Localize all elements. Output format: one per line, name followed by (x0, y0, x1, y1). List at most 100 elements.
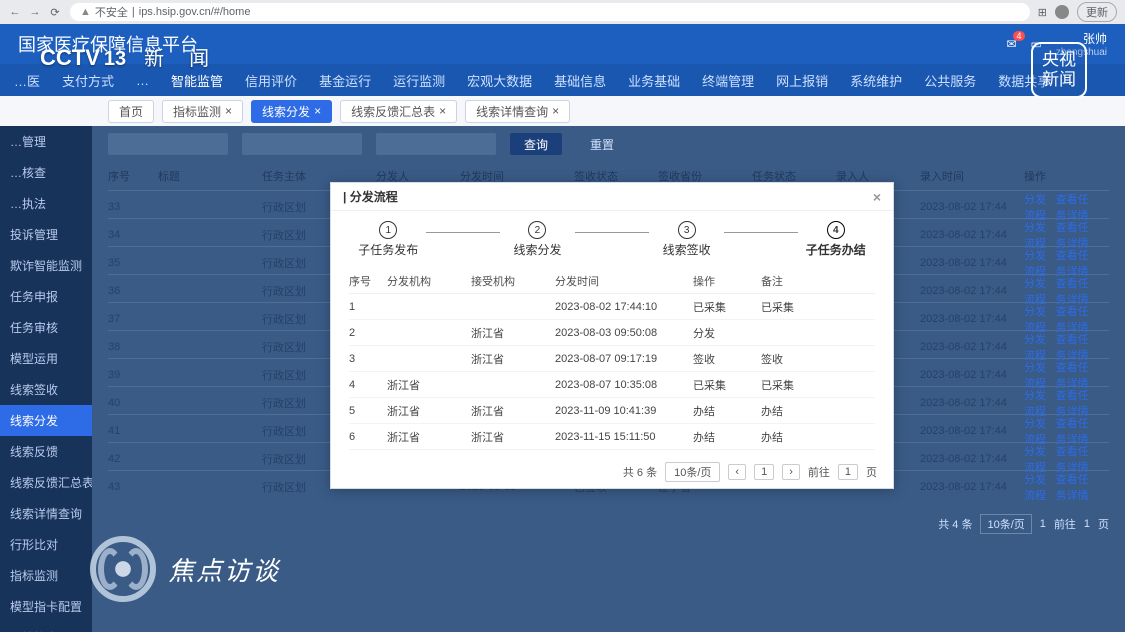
update-button[interactable]: 更新 (1077, 2, 1117, 22)
sec-tab[interactable]: 线索反馈汇总表× (340, 100, 457, 123)
sidebar-item[interactable]: 模型运用 (0, 343, 92, 374)
topnav-item[interactable]: … (136, 73, 149, 88)
modal-row: 12023-08-02 17:44:10已采集已采集 (349, 294, 875, 320)
filter-input[interactable] (242, 133, 362, 155)
topnav-item[interactable]: 业务基础 (628, 71, 680, 90)
close-icon[interactable]: × (225, 104, 232, 118)
sidebar-item[interactable]: 指标监测 (0, 560, 92, 591)
sidebar-item[interactable]: 模型指卡配置 (0, 591, 92, 622)
sidebar-item[interactable]: …执法 (0, 188, 92, 219)
dispatch-flow-modal: | 分发流程 × 1子任务发布 2线索分发 3线索签收 4子任务办结 序号分发机构接受… (330, 182, 894, 489)
program-logo: 焦点访谈 (90, 536, 280, 602)
modal-col-header: 分发时间 (555, 273, 689, 289)
page-num: 1 (1040, 518, 1046, 530)
close-icon[interactable]: × (439, 104, 446, 118)
search-button[interactable]: 查询 (510, 133, 562, 155)
topnav-item[interactable]: 基金运行 (319, 71, 371, 90)
insecure-label: 不安全 (95, 4, 128, 20)
bg-col-header: 操作 (1024, 168, 1094, 184)
bg-col-header: 标题 (158, 168, 258, 184)
filter-input[interactable] (108, 133, 228, 155)
sidebar-item[interactable]: 任务申报 (0, 281, 92, 312)
address-box[interactable]: ▲ 不安全 | ips.hsip.gov.cn/#/home (70, 3, 1030, 21)
sidebar-item[interactable]: 线索反馈 (0, 436, 92, 467)
sec-tab[interactable]: 指标监测× (162, 100, 243, 123)
total-label: 共 4 条 (938, 516, 972, 532)
topnav-item[interactable]: 终端管理 (702, 71, 754, 90)
url-text: ips.hsip.gov.cn/#/home (139, 6, 251, 18)
browser-address-bar: ← → ⟳ ▲ 不安全 | ips.hsip.gov.cn/#/home ⊞ 更… (0, 0, 1125, 24)
sec-tab[interactable]: 线索详情查询× (465, 100, 570, 123)
topnav-item[interactable]: 网上报销 (776, 71, 828, 90)
sidebar-item[interactable]: 任务审核 (0, 312, 92, 343)
reload-icon[interactable]: ⟳ (48, 6, 62, 19)
sidebar-item[interactable]: 线索详情查询 (0, 498, 92, 529)
topnav-item[interactable]: 支付方式 (62, 71, 114, 90)
sidebar-item[interactable]: 线索分发 (0, 405, 92, 436)
close-icon[interactable]: × (873, 189, 881, 205)
topnav-item[interactable]: 运行监测 (393, 71, 445, 90)
topnav-item[interactable]: 信用评价 (245, 71, 297, 90)
insecure-icon: ▲ (80, 6, 91, 18)
sidebar-item[interactable]: 异地协查 (0, 622, 92, 632)
step: 2线索分发 (500, 221, 575, 258)
pagesize-select[interactable]: 10条/页 (980, 514, 1031, 534)
modal-row: 2浙江省2023-08-03 09:50:08分发 (349, 320, 875, 346)
sidebar-item[interactable]: …核查 (0, 157, 92, 188)
sidebar-item[interactable]: 投诉管理 (0, 219, 92, 250)
modal-row: 4浙江省2023-08-07 10:35:08已采集已采集 (349, 372, 875, 398)
bg-col-header: 录入时间 (920, 168, 1020, 184)
topnav-item[interactable]: 系统维护 (850, 71, 902, 90)
sidebar-item[interactable]: 线索签收 (0, 374, 92, 405)
cctv-logo: CCTV 13 新 闻 (40, 42, 219, 71)
modal-row: 3浙江省2023-08-07 09:17:19签收签收 (349, 346, 875, 372)
row-actions: 分发流程查看任务详情 (1024, 471, 1094, 503)
filter-row: 查询 重置 (92, 126, 1125, 162)
sec-tab[interactable]: 线索分发× (251, 100, 332, 123)
modal-col-header: 备注 (761, 273, 825, 289)
modal-total: 共 6 条 (623, 464, 657, 480)
sidebar: …管理…核查…执法投诉管理欺诈智能监测任务申报任务审核模型运用线索签收线索分发线… (0, 126, 92, 632)
sidebar-item[interactable]: 线索反馈汇总表 (0, 467, 92, 498)
modal-col-header: 操作 (693, 273, 757, 289)
close-icon[interactable]: × (552, 104, 559, 118)
program-name: 焦点访谈 (168, 551, 280, 588)
forward-icon[interactable]: → (28, 6, 42, 19)
topnav-item[interactable]: 智能监管 (171, 71, 223, 90)
filter-input[interactable] (376, 133, 496, 155)
page-number[interactable]: 1 (754, 464, 774, 480)
reset-button[interactable]: 重置 (576, 133, 628, 155)
step: 1子任务发布 (351, 221, 426, 258)
action-link[interactable]: 分发流程 (1024, 471, 1050, 503)
close-icon[interactable]: × (314, 104, 321, 118)
profile-icon[interactable] (1055, 5, 1069, 19)
topnav-item[interactable]: 公共服务 (924, 71, 976, 90)
modal-col-header: 序号 (349, 273, 383, 289)
goto-page-input[interactable]: 1 (838, 464, 858, 480)
topnav-item[interactable]: …医 (14, 71, 40, 90)
sec-tab[interactable]: 首页 (108, 100, 154, 123)
modal-row: 6浙江省浙江省2023-11-15 15:11:50办结办结 (349, 424, 875, 450)
step: 4子任务办结 (798, 221, 873, 258)
mail-icon[interactable]: ✉ (1006, 37, 1016, 51)
next-page-button[interactable]: › (782, 464, 800, 480)
sidebar-item[interactable]: 欺诈智能监测 (0, 250, 92, 281)
modal-pagesize-select[interactable]: 10条/页 (665, 462, 720, 482)
bg-col-header: 序号 (108, 168, 154, 184)
secondary-tabs: 首页指标监测× 线索分发× 线索反馈汇总表× 线索详情查询× (0, 96, 1125, 126)
topnav-item[interactable]: 宏观大数据 (467, 71, 532, 90)
modal-title: | 分发流程 (343, 188, 398, 205)
extension-icon[interactable]: ⊞ (1038, 6, 1047, 19)
program-ring-icon (90, 536, 156, 602)
sidebar-item[interactable]: …管理 (0, 126, 92, 157)
sidebar-item[interactable]: 行形比对 (0, 529, 92, 560)
topnav-item[interactable]: 基础信息 (554, 71, 606, 90)
modal-row: 5浙江省浙江省2023-11-09 10:41:39办结办结 (349, 398, 875, 424)
back-icon[interactable]: ← (8, 6, 22, 19)
modal-col-header: 接受机构 (471, 273, 551, 289)
modal-col-header: 分发机构 (387, 273, 467, 289)
prev-page-button[interactable]: ‹ (728, 464, 746, 480)
step: 3线索签收 (649, 221, 724, 258)
action-link[interactable]: 查看任务详情 (1056, 471, 1094, 503)
steps-bar: 1子任务发布 2线索分发 3线索签收 4子任务办结 (331, 211, 893, 264)
